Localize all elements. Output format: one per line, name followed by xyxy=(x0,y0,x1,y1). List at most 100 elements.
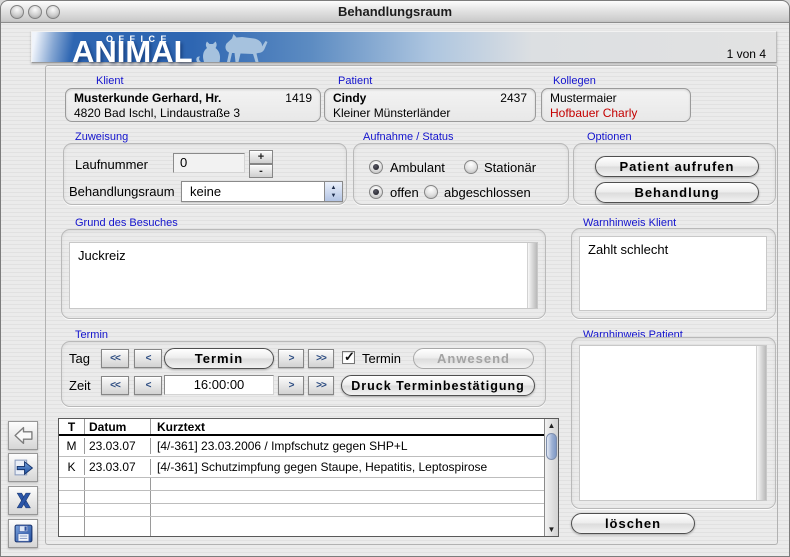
warning-patient-scrollbar[interactable] xyxy=(756,346,766,500)
laufnummer-field[interactable]: 0 xyxy=(173,153,245,173)
radio-ambulant-label: Ambulant xyxy=(390,160,445,175)
cell-datum: 23.03.07 xyxy=(85,438,151,454)
radio-offen-label: offen xyxy=(390,185,419,200)
visit-reason-text: Juckreiz xyxy=(78,248,126,263)
zoom-button[interactable] xyxy=(46,5,60,19)
cell-type: K xyxy=(59,459,85,475)
warning-patient-textarea[interactable] xyxy=(579,345,767,501)
forward-arrow-icon xyxy=(13,457,34,478)
scrollbar-thumb[interactable] xyxy=(546,433,557,460)
table-row-empty xyxy=(59,517,544,536)
patient-number: 2437 xyxy=(500,91,527,106)
laufnummer-label: Laufnummer xyxy=(75,157,148,172)
termin-checkbox[interactable] xyxy=(342,351,355,364)
zeit-label: Zeit xyxy=(69,378,91,393)
client-info-box: Musterkunde Gerhard, Hr. 1419 4820 Bad I… xyxy=(65,88,321,122)
save-disk-icon xyxy=(13,523,34,544)
radio-ambulant[interactable] xyxy=(369,160,383,174)
zeit-fast-prev-button[interactable]: << xyxy=(101,376,129,395)
laufnummer-decrement-button[interactable]: - xyxy=(249,164,273,178)
behandlung-button[interactable]: Behandlung xyxy=(595,182,759,203)
client-address: 4820 Bad Ischl, Lindaustraße 3 xyxy=(74,106,312,121)
termin-section-label: Termin xyxy=(75,329,108,341)
client-section-label: Klient xyxy=(96,75,124,87)
termin-checkbox-label: Termin xyxy=(362,351,401,366)
cell-datum: 23.03.07 xyxy=(85,459,151,475)
visit-reason-scrollbar[interactable] xyxy=(527,243,537,308)
back-arrow-icon xyxy=(13,425,34,446)
client-number: 1419 xyxy=(285,91,312,106)
table-row-empty xyxy=(59,504,544,517)
options-section-label: Optionen xyxy=(587,131,632,143)
status-section-label: Aufnahme / Status xyxy=(363,131,454,143)
table-row-empty xyxy=(59,491,544,504)
behandlungsraum-window: Behandlungsraum OFFICE ANIMAL 1 von 4 Kl… xyxy=(0,0,790,557)
loeschen-button[interactable]: löschen xyxy=(571,513,695,534)
zeit-fast-next-button[interactable]: >> xyxy=(308,376,334,395)
tag-fast-prev-button[interactable]: << xyxy=(101,349,129,368)
patient-breed: Kleiner Münsterländer xyxy=(333,106,527,121)
radio-abgeschlossen[interactable] xyxy=(424,185,438,199)
warning-client-textarea[interactable]: Zahlt schlecht xyxy=(579,236,767,311)
window-title: Behandlungsraum xyxy=(1,1,789,23)
radio-offen[interactable] xyxy=(369,185,383,199)
history-table: T Datum Kurztext M 23.03.07 [4/-361] 23.… xyxy=(58,418,559,537)
chevron-up-down-icon[interactable] xyxy=(324,182,342,201)
scroll-down-icon[interactable]: ▼ xyxy=(545,523,558,536)
behandlungsraum-label: Behandlungsraum xyxy=(69,184,175,199)
zeit-next-button[interactable]: > xyxy=(278,376,304,395)
colleague-1: Mustermaier xyxy=(550,91,682,106)
window-titlebar[interactable]: Behandlungsraum xyxy=(1,1,789,23)
cell-type: M xyxy=(59,438,85,454)
column-header-kurztext: Kurztext xyxy=(151,419,544,434)
radio-abgeschlossen-label: abgeschlossen xyxy=(444,185,531,200)
patient-aufrufen-button[interactable]: Patient aufrufen xyxy=(595,156,759,177)
visit-reason-section-label: Grund des Besuches xyxy=(75,217,178,229)
radio-stationaer[interactable] xyxy=(464,160,478,174)
record-counter: 1 von 4 xyxy=(727,47,766,61)
tag-label: Tag xyxy=(69,351,90,366)
client-name: Musterkunde Gerhard, Hr. xyxy=(74,91,221,106)
tag-fast-next-button[interactable]: >> xyxy=(308,349,334,368)
table-scrollbar[interactable]: ▲ ▼ xyxy=(544,419,558,536)
app-banner: OFFICE ANIMAL 1 von 4 xyxy=(31,31,777,63)
anwesend-button[interactable]: Anwesend xyxy=(413,348,534,369)
colleagues-info-box: Mustermaier Hofbauer Charly xyxy=(541,88,691,122)
patient-name: Cindy xyxy=(333,91,366,106)
table-row[interactable]: M 23.03.07 [4/-361] 23.03.2006 / Impfsch… xyxy=(59,436,544,457)
dog-cat-silhouette-icon xyxy=(194,33,272,63)
time-field[interactable]: 16:00:00 xyxy=(164,375,274,395)
radio-stationaer-label: Stationär xyxy=(484,160,536,175)
table-row[interactable]: K 23.03.07 [4/-361] Schutzimpfung gegen … xyxy=(59,457,544,478)
patient-section-label: Patient xyxy=(338,75,372,87)
colleagues-section-label: Kollegen xyxy=(553,75,596,87)
close-button[interactable] xyxy=(10,5,24,19)
save-button[interactable] xyxy=(8,519,38,548)
history-table-content: T Datum Kurztext M 23.03.07 [4/-361] 23.… xyxy=(59,419,544,536)
forward-button[interactable] xyxy=(8,453,38,482)
delete-x-icon xyxy=(13,490,34,511)
table-row-empty xyxy=(59,478,544,491)
colleague-2: Hofbauer Charly xyxy=(550,106,682,121)
behandlungsraum-selected-value: keine xyxy=(182,184,221,199)
visit-reason-textarea[interactable]: Juckreiz xyxy=(69,242,538,309)
column-header-datum: Datum xyxy=(85,419,151,434)
minimize-button[interactable] xyxy=(28,5,42,19)
column-header-t: T xyxy=(59,419,85,434)
behandlungsraum-select[interactable]: keine xyxy=(181,181,343,202)
warning-client-text: Zahlt schlecht xyxy=(588,242,668,257)
scroll-up-icon[interactable]: ▲ xyxy=(545,419,558,432)
delete-record-button[interactable] xyxy=(8,486,38,515)
tag-next-button[interactable]: > xyxy=(278,349,304,368)
cell-kurztext: [4/-361] 23.03.2006 / Impfschutz gegen S… xyxy=(151,438,544,454)
patient-info-box: Cindy 2437 Kleiner Münsterländer xyxy=(324,88,536,122)
zeit-prev-button[interactable]: < xyxy=(134,376,162,395)
assignment-section-label: Zuweisung xyxy=(75,131,128,143)
druck-terminbestaetigung-button[interactable]: Druck Terminbestätigung xyxy=(341,375,535,396)
back-button[interactable] xyxy=(8,421,38,450)
termin-button[interactable]: Termin xyxy=(164,348,274,369)
cell-kurztext: [4/-361] Schutzimpfung gegen Staupe, Hep… xyxy=(151,459,544,475)
laufnummer-increment-button[interactable]: + xyxy=(249,150,273,164)
table-header-row: T Datum Kurztext xyxy=(59,419,544,436)
tag-prev-button[interactable]: < xyxy=(134,349,162,368)
